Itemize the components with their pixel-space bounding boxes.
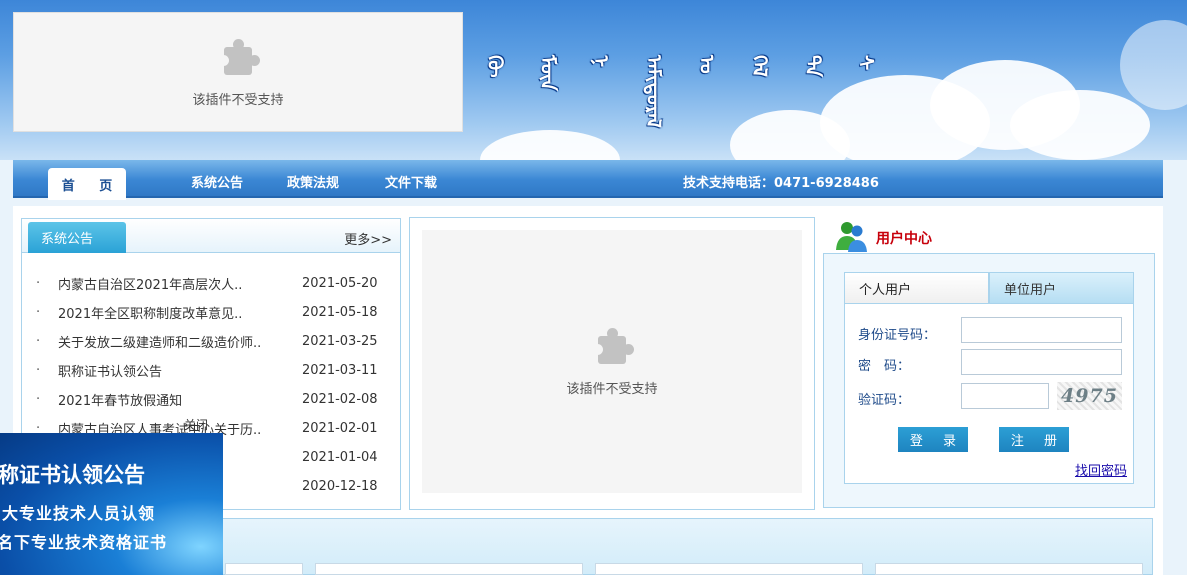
support-phone: 技术支持电话：0471-6928486 [683, 176, 879, 191]
news-date: 2021-05-20 [302, 276, 378, 291]
mongolian-char: ᠤ [695, 55, 719, 74]
puzzle-icon [590, 326, 634, 370]
captcha-image[interactable]: 4975 [1057, 382, 1122, 410]
list-item[interactable]: · 内蒙古自治区2021年高层次人.. 2021-05-20 [36, 269, 396, 298]
forgot-password-link[interactable]: 找回密码 [1075, 460, 1127, 479]
news-date: 2021-01-04 [302, 450, 378, 465]
main-nav: 首 页 系统公告 政策法规 文件下载 技术支持电话：0471-6928486 [13, 160, 1163, 200]
bullet: · [36, 276, 41, 291]
login-button[interactable]: 登 录 [898, 427, 968, 452]
puzzle-icon [216, 37, 260, 81]
news-title[interactable]: 职称证书认领公告 [58, 361, 302, 380]
float-ad-close[interactable]: 关闭 [184, 416, 208, 433]
mongolian-char: ᠨ [589, 55, 613, 68]
nav-item-announcements[interactable]: 系统公告 [191, 172, 243, 191]
captcha-label: 验证码： [858, 393, 911, 408]
center-panel: 该插件不受支持 [409, 217, 815, 510]
cloud-decoration [1120, 20, 1187, 110]
news-title[interactable]: 关于发放二级建造师和二级造价师.. [58, 332, 302, 351]
tab-organization-user[interactable]: 单位用户 [989, 272, 1134, 304]
tab-personal-user[interactable]: 个人用户 [844, 272, 989, 304]
list-item[interactable]: · 职称证书认领公告 2021-03-11 [36, 356, 396, 385]
bottom-card [315, 563, 583, 575]
mongolian-char: ᠲᠡ [801, 55, 825, 77]
float-ad-line: 名下专业技术资格证书 [0, 533, 168, 552]
news-date: 2020-12-18 [302, 479, 378, 494]
nav-home-tab[interactable]: 首 页 [48, 168, 126, 200]
news-date: 2021-03-11 [302, 363, 378, 378]
password-label: 密 码： [858, 359, 911, 374]
nav-item-downloads[interactable]: 文件下载 [385, 172, 437, 191]
cloud-decoration [1010, 90, 1150, 160]
captcha-input[interactable] [961, 383, 1049, 409]
bullet: · [36, 334, 41, 349]
login-form: 身份证号码： 密 码： 验证码： 4975 登 录 注 册 找回密码 [844, 303, 1134, 484]
announcements-tab[interactable]: 系统公告 [28, 222, 126, 253]
mongolian-char: ᠮᠦᠨ [536, 55, 560, 91]
password-input[interactable] [961, 349, 1122, 375]
id-number-label: 身份证号码： [858, 328, 937, 343]
bullet: · [36, 305, 41, 320]
news-title[interactable]: 2021年春节放假通知 [58, 390, 302, 409]
bullet: · [36, 363, 41, 378]
announcements-header: 系统公告 更多>> [22, 219, 400, 253]
id-number-input[interactable] [961, 317, 1122, 343]
plugin-message: 该插件不受支持 [192, 92, 284, 108]
floating-ad[interactable]: 称证书认领公告 大专业技术人员认领 名下专业技术资格证书 [0, 433, 223, 575]
float-ad-line: 大专业技术人员认领 [2, 504, 156, 523]
register-button[interactable]: 注 册 [999, 427, 1069, 452]
user-center-title: 用户中心 [876, 231, 932, 247]
news-date: 2021-03-25 [302, 334, 378, 349]
bullet: · [36, 392, 41, 407]
user-center-icon [836, 222, 867, 252]
mongolian-char: ᠬᠦ [483, 55, 507, 78]
list-item[interactable]: · 2021年春节放假通知 2021-02-08 [36, 385, 396, 414]
news-date: 2021-05-18 [302, 305, 378, 320]
news-date: 2021-02-01 [302, 421, 378, 436]
mongolian-char: ᠠᠮᠢᠳᠤᠷᠠᠯ [642, 55, 666, 128]
center-plugin-placeholder: 该插件不受支持 [422, 230, 802, 493]
more-link[interactable]: 更多>> [344, 229, 392, 248]
news-title[interactable]: 内蒙古自治区2021年高层次人.. [58, 274, 302, 293]
plugin-message: 该插件不受支持 [566, 382, 658, 397]
list-item[interactable]: · 关于发放二级建造师和二级造价师.. 2021-03-25 [36, 327, 396, 356]
float-ad-title: 称证书认领公告 [0, 463, 145, 487]
user-type-tabs: 个人用户 单位用户 [844, 272, 1134, 304]
bottom-card [225, 563, 303, 575]
mongolian-title: ᠬᠦ ᠮᠦᠨ ᠨ ᠠᠮᠢᠳᠤᠷᠠᠯ ᠤ ᠬᠡᠯ ᠲᠡ ᠰ [478, 55, 884, 145]
mongolian-char: ᠬᠡᠯ [748, 55, 772, 77]
nav-item-policies[interactable]: 政策法规 [287, 172, 339, 191]
list-item[interactable]: · 2021年全区职称制度改革意见.. 2021-05-18 [36, 298, 396, 327]
mongolian-char: ᠰ [854, 55, 878, 71]
bottom-card [595, 563, 863, 575]
news-title[interactable]: 2021年全区职称制度改革意见.. [58, 303, 302, 322]
news-date: 2021-02-08 [302, 392, 378, 407]
header-plugin-placeholder: 该插件不受支持 [13, 12, 463, 132]
bottom-card [875, 563, 1143, 575]
